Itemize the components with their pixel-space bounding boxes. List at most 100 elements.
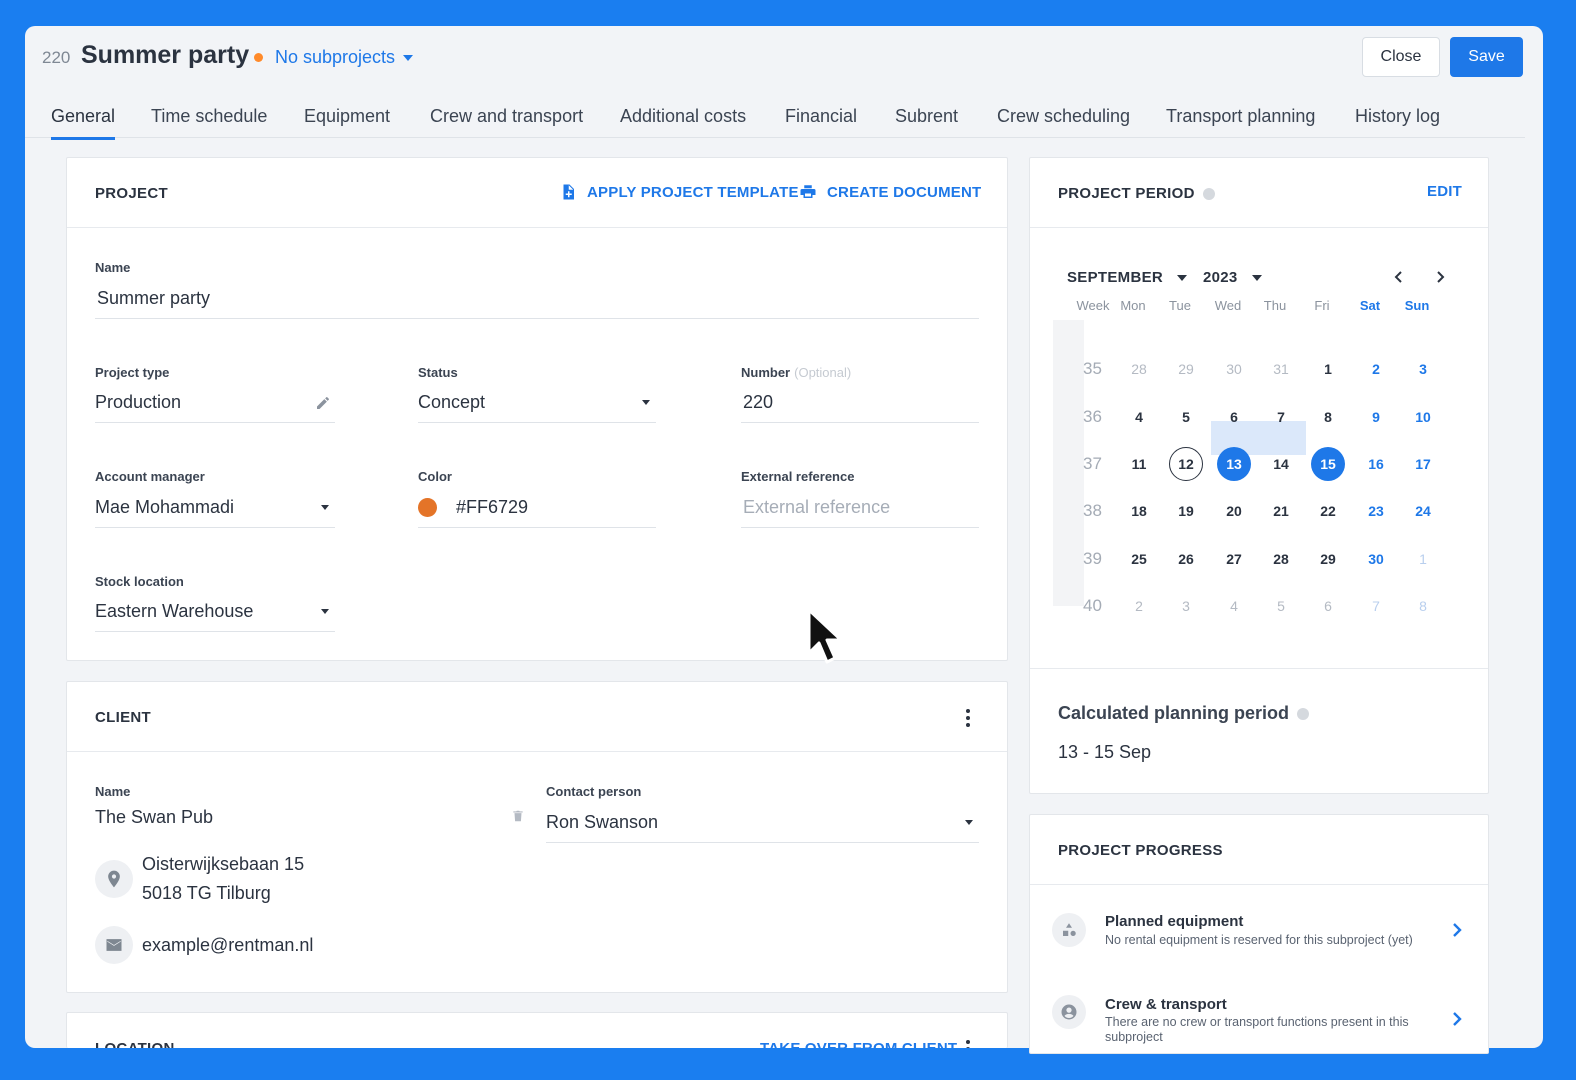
stock-location-select[interactable]: Eastern Warehouse	[95, 592, 335, 632]
tab-general[interactable]: General	[51, 106, 116, 140]
calendar-day[interactable]: 11	[1122, 447, 1156, 481]
calendar-day[interactable]: 16	[1359, 447, 1393, 481]
tab-crew-scheduling[interactable]: Crew scheduling	[997, 106, 1130, 127]
calendar-day[interactable]: 25	[1122, 542, 1156, 576]
previous-month-button[interactable]	[1389, 267, 1409, 287]
calendar-day[interactable]: 2	[1122, 589, 1156, 623]
account-manager-select[interactable]: Mae Mohammadi	[95, 488, 335, 528]
calendar-day[interactable]: 27	[1217, 542, 1251, 576]
edit-period-button[interactable]: EDIT	[1427, 183, 1462, 200]
calendar-day[interactable]: 17	[1406, 447, 1440, 481]
take-over-from-client-button[interactable]: TAKE OVER FROM CLIENT	[760, 1040, 957, 1048]
calendar-day[interactable]: 13	[1217, 447, 1251, 481]
progress-item-planned-equipment[interactable]: Planned equipment No rental equipment is…	[1030, 905, 1490, 975]
calendar-day[interactable]: 1	[1406, 542, 1440, 576]
year-select[interactable]: 2023	[1203, 269, 1262, 286]
calculated-period-value: 13 - 15 Sep	[1058, 742, 1152, 762]
tab-history-log[interactable]: History log	[1355, 106, 1440, 127]
location-pin-icon	[95, 860, 133, 898]
calendar-day[interactable]: 3	[1406, 352, 1440, 386]
project-progress-header: PROJECT PROGRESS	[1030, 815, 1488, 885]
save-button[interactable]: Save	[1450, 37, 1523, 77]
close-button[interactable]: Close	[1362, 37, 1440, 77]
more-options-icon[interactable]	[966, 709, 970, 727]
chevron-right-icon[interactable]	[1450, 1011, 1464, 1027]
calendar-day[interactable]: 10	[1406, 400, 1440, 434]
calendar-day[interactable]: 29	[1311, 542, 1345, 576]
client-card-title: CLIENT	[95, 709, 151, 726]
tab-financial[interactable]: Financial	[785, 106, 857, 127]
weekday-header: Wed	[1214, 298, 1242, 313]
tab-time-schedule[interactable]: Time schedule	[151, 106, 267, 127]
tab-equipment[interactable]: Equipment	[304, 106, 390, 127]
next-month-button[interactable]	[1430, 267, 1450, 287]
calendar-day[interactable]: 9	[1359, 400, 1393, 434]
pencil-icon[interactable]	[315, 395, 331, 411]
trash-icon[interactable]	[511, 808, 525, 824]
page-title: Summer party	[81, 41, 250, 69]
calendar-day[interactable]: 28	[1264, 542, 1298, 576]
calendar-day[interactable]: 22	[1311, 494, 1345, 528]
external-reference-input[interactable]: External reference	[741, 488, 979, 528]
calendar-day[interactable]: 6	[1311, 589, 1345, 623]
project-period-title: PROJECT PERIOD	[1058, 185, 1215, 202]
calendar-day[interactable]: 31	[1264, 352, 1298, 386]
calendar-day[interactable]: 23	[1359, 494, 1393, 528]
calendar-day[interactable]: 8	[1406, 589, 1440, 623]
calendar-day[interactable]: 5	[1264, 589, 1298, 623]
color-swatch[interactable]	[418, 498, 437, 517]
calendar-day[interactable]: 30	[1359, 542, 1393, 576]
number-input[interactable]: 220	[741, 383, 979, 423]
calendar-day[interactable]: 24	[1406, 494, 1440, 528]
client-email[interactable]: example@rentman.nl	[142, 931, 313, 960]
more-options-icon[interactable]	[966, 1040, 970, 1048]
calculated-period-label-text: Calculated planning period	[1058, 703, 1290, 723]
chevron-right-icon[interactable]	[1450, 922, 1464, 938]
contact-person-label: Contact person	[546, 784, 642, 799]
color-field[interactable]: #FF6729	[418, 488, 656, 528]
color-label: Color	[418, 469, 452, 484]
calendar-day[interactable]: 6	[1217, 400, 1251, 434]
number-label: Number (Optional)	[741, 365, 851, 380]
calendar-day[interactable]: 19	[1169, 494, 1203, 528]
calendar-day[interactable]: 8	[1311, 400, 1345, 434]
contact-person-select[interactable]: Ron Swanson	[546, 803, 979, 843]
tab-crew-and-transport[interactable]: Crew and transport	[430, 106, 583, 127]
progress-item-crew-transport[interactable]: Crew & transport There are no crew or tr…	[1030, 987, 1490, 1057]
number-value: 220	[743, 392, 774, 412]
calendar-day[interactable]: 21	[1264, 494, 1298, 528]
info-icon[interactable]	[1202, 188, 1215, 201]
subprojects-dropdown[interactable]: No subprojects	[275, 47, 414, 68]
calendar-day[interactable]: 1	[1311, 352, 1345, 386]
project-name-input[interactable]: Summer party	[95, 279, 979, 319]
month-value: SEPTEMBER	[1067, 269, 1164, 286]
calendar-day[interactable]: 30	[1217, 352, 1251, 386]
calendar-day[interactable]: 29	[1169, 352, 1203, 386]
tab-transport-planning[interactable]: Transport planning	[1166, 106, 1315, 127]
calendar-day[interactable]: 15	[1311, 447, 1345, 481]
calendar-day[interactable]: 12	[1169, 447, 1203, 481]
create-document-button[interactable]: CREATE DOCUMENT	[799, 183, 981, 201]
calendar-day[interactable]: 4	[1217, 589, 1251, 623]
calendar-day[interactable]: 7	[1359, 589, 1393, 623]
month-select[interactable]: SEPTEMBER	[1067, 269, 1188, 286]
external-reference-label: External reference	[741, 469, 855, 484]
calendar-day[interactable]: 28	[1122, 352, 1156, 386]
client-name-value[interactable]: The Swan Pub	[95, 803, 213, 832]
apply-project-template-button[interactable]: APPLY PROJECT TEMPLATE	[559, 183, 799, 201]
calendar-day[interactable]: 26	[1169, 542, 1203, 576]
calendar-day[interactable]: 7	[1264, 400, 1298, 434]
number-label-text: Number	[741, 365, 791, 380]
calendar-day[interactable]: 14	[1264, 447, 1298, 481]
calendar-day[interactable]: 18	[1122, 494, 1156, 528]
tab-additional-costs[interactable]: Additional costs	[620, 106, 746, 127]
tab-subrent[interactable]: Subrent	[895, 106, 958, 127]
calendar-day[interactable]: 2	[1359, 352, 1393, 386]
project-type-field[interactable]: Production	[95, 383, 335, 423]
calendar-day[interactable]: 4	[1122, 400, 1156, 434]
calendar-day[interactable]: 3	[1169, 589, 1203, 623]
calendar-day[interactable]: 20	[1217, 494, 1251, 528]
status-select[interactable]: Concept	[418, 383, 656, 423]
info-icon[interactable]	[1297, 708, 1310, 721]
calendar-day[interactable]: 5	[1169, 400, 1203, 434]
